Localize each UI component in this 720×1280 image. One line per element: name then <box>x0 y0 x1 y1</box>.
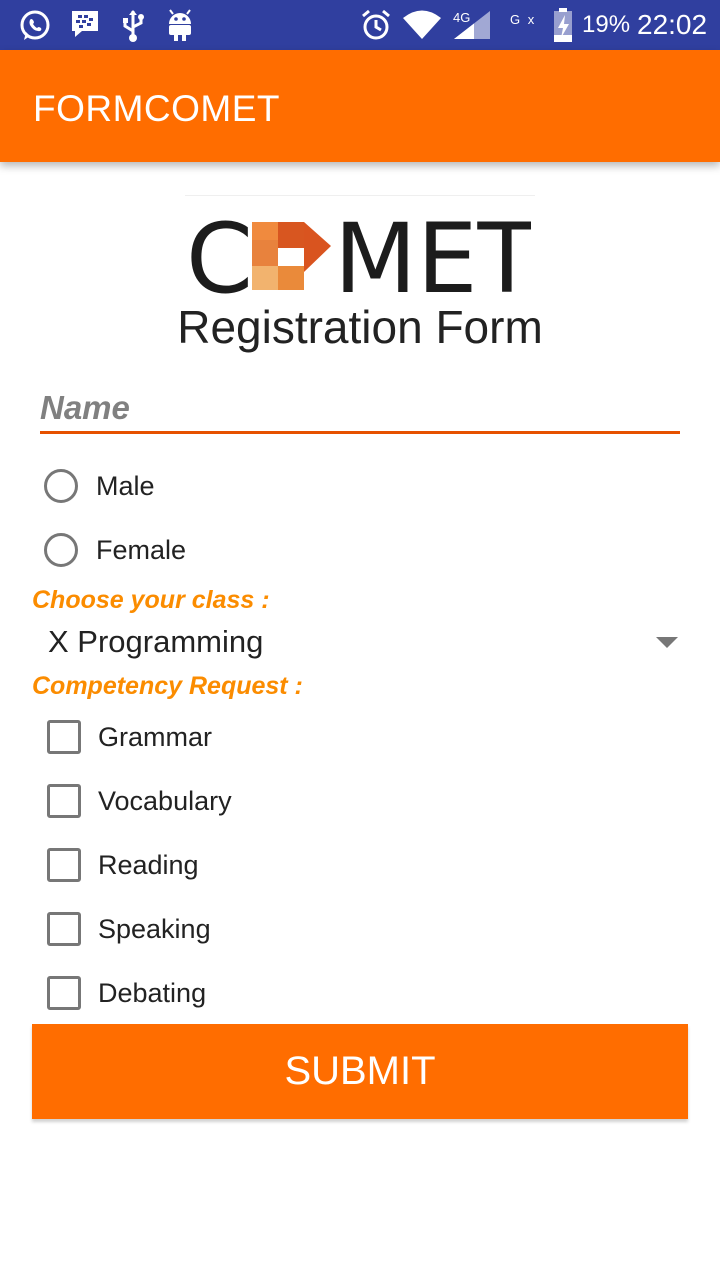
class-spinner[interactable]: X Programming <box>32 620 688 666</box>
checkbox-icon[interactable] <box>47 720 81 754</box>
usb-icon <box>123 10 144 42</box>
logo-letters-met: MET <box>334 212 531 298</box>
checkbox-icon[interactable] <box>47 784 81 818</box>
dropdown-arrow-icon[interactable] <box>656 637 678 648</box>
checkbox-debating[interactable]: Debating <box>44 971 206 1015</box>
whatsapp-icon <box>20 10 50 40</box>
competency-label: Competency Request : <box>32 672 303 700</box>
radio-male[interactable]: Male <box>44 464 155 508</box>
checkbox-icon[interactable] <box>47 976 81 1010</box>
submit-button[interactable]: SUBMIT <box>32 1024 688 1119</box>
status-clock: 22:02 <box>637 9 708 40</box>
status-bar: 4G G x 19% 22:02 <box>0 0 720 50</box>
bbm-icon <box>72 11 98 37</box>
checkbox-icon[interactable] <box>47 848 81 882</box>
name-input[interactable] <box>40 384 680 434</box>
battery-charging-icon <box>554 8 572 42</box>
alarm-icon <box>362 9 390 40</box>
checkbox-icon[interactable] <box>47 912 81 946</box>
app-title: FORMCOMET <box>33 88 281 129</box>
battery-percentage: 19% <box>582 11 631 38</box>
checkbox-label: Grammar <box>98 721 212 752</box>
checkbox-label: Vocabulary <box>98 785 232 816</box>
class-selected-value: X Programming <box>48 624 264 659</box>
radio-female[interactable]: Female <box>44 528 186 572</box>
checkbox-label: Debating <box>98 977 207 1008</box>
checkbox-label: Speaking <box>98 913 211 944</box>
signal-icon: 4G <box>453 10 490 39</box>
radio-label: Male <box>96 470 155 501</box>
logo-mark-icon <box>252 222 331 290</box>
sim-label: G x <box>510 12 537 27</box>
radio-label: Female <box>96 534 187 565</box>
android-icon <box>169 9 191 41</box>
form-title: Registration Form <box>177 301 543 353</box>
checkbox-grammar[interactable]: Grammar <box>44 715 212 759</box>
radio-circle-icon[interactable] <box>44 469 78 503</box>
app-bar: FORMCOMET <box>0 50 720 162</box>
checkbox-reading[interactable]: Reading <box>44 843 199 887</box>
class-label: Choose your class : <box>32 586 270 614</box>
checkbox-speaking[interactable]: Speaking <box>44 907 211 951</box>
wifi-icon <box>403 10 441 39</box>
checkbox-vocabulary[interactable]: Vocabulary <box>44 779 232 823</box>
checkbox-label: Reading <box>98 849 199 880</box>
logo-letter-c: C <box>186 212 253 298</box>
radio-circle-icon[interactable] <box>44 533 78 567</box>
logo-divider <box>185 195 535 196</box>
network-type-label: 4G <box>453 10 470 25</box>
comet-logo: C MET <box>186 212 531 298</box>
